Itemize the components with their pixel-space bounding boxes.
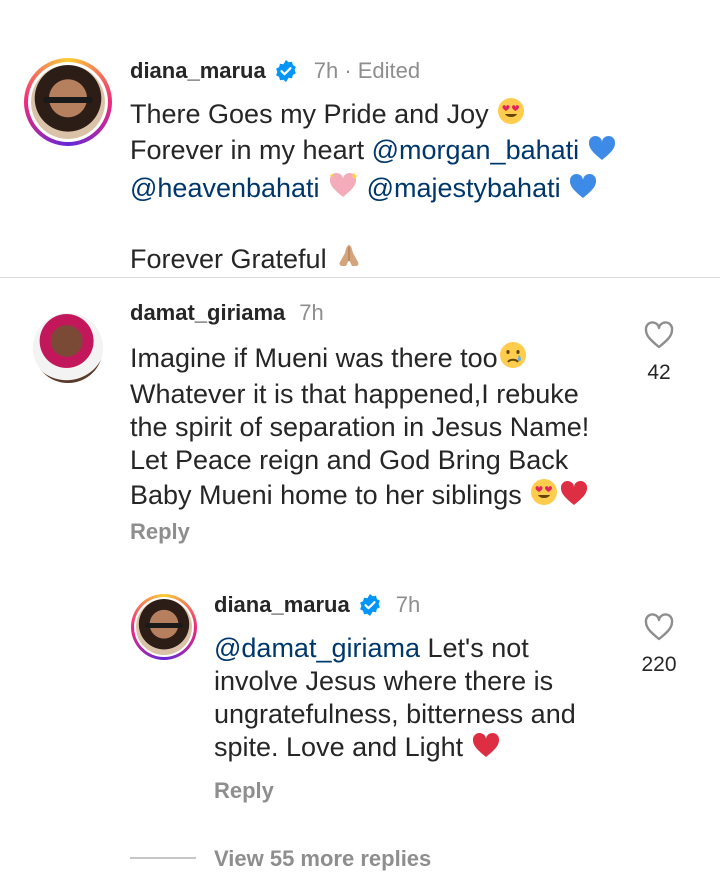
- red-heart-emoji: [471, 731, 501, 767]
- reply-line-4: spite. Love and Light: [214, 732, 464, 762]
- reply-time: 7h: [395, 592, 421, 617]
- crying-face-emoji: [498, 340, 528, 378]
- comment-like-count: 42: [647, 361, 671, 384]
- blue-heart-emoji: [587, 134, 617, 170]
- mention-morgan[interactable]: @morgan_bahati: [372, 135, 580, 165]
- caption-header: diana_marua 7h · Edited: [130, 56, 420, 86]
- comment-reply-button[interactable]: Reply: [130, 519, 190, 545]
- mention-damat[interactable]: @damat_giriama: [214, 633, 420, 663]
- caption-line-2: Forever in my heart: [130, 135, 365, 165]
- comment-line-1: Imagine if Mueni was there too: [130, 343, 498, 373]
- reply-line-2: involve Jesus where there is: [214, 666, 554, 696]
- caption-line-3: Forever Grateful: [130, 244, 327, 274]
- caption-line-1: There Goes my Pride and Joy: [130, 99, 489, 129]
- view-more-line: [130, 857, 196, 859]
- comment-line-4: Let Peace reign and God Bring Back: [130, 445, 569, 475]
- heart-eyes-emoji: [529, 477, 559, 515]
- heart-outline-icon: [643, 612, 675, 642]
- reply-like-count: 220: [641, 653, 677, 676]
- reply-text: @damat_giriama Let's not involve Jesus w…: [214, 632, 614, 767]
- red-heart-emoji: [559, 479, 589, 515]
- caption-divider: [0, 277, 720, 278]
- avatar-damat[interactable]: [33, 313, 103, 383]
- caption-meta: 7h · Edited: [313, 58, 421, 83]
- sparkling-heart-emoji: [327, 170, 359, 208]
- comment-text: Imagine if Mueni was there too Whatever …: [130, 340, 630, 515]
- comment-time: 7h: [299, 300, 324, 325]
- reply-reply-button[interactable]: Reply: [214, 778, 274, 804]
- reply-header: diana_marua 7h: [214, 591, 420, 619]
- reply-username[interactable]: diana_marua: [214, 592, 350, 618]
- comment-like-button[interactable]: [643, 320, 675, 350]
- avatar-diana-caption[interactable]: [24, 58, 112, 146]
- comment-header: damat_giriama 7h: [130, 299, 324, 327]
- reply-first-line-rest: Let's not: [420, 633, 529, 663]
- reply-line-3: ungratefulness, bitterness and: [214, 699, 576, 729]
- view-more-replies-button[interactable]: View 55 more replies: [214, 846, 431, 872]
- avatar-diana-reply[interactable]: [131, 594, 197, 660]
- caption-username[interactable]: diana_marua: [130, 58, 266, 84]
- blue-heart-emoji: [568, 172, 598, 208]
- verified-icon: [358, 593, 382, 617]
- comment-line-5: Baby Mueni home to her siblings: [130, 480, 522, 510]
- heart-outline-icon: [643, 320, 675, 350]
- verified-icon: [274, 59, 298, 83]
- mention-heaven[interactable]: @heavenbahati: [130, 173, 320, 203]
- mention-majesty[interactable]: @majestybahati: [367, 173, 561, 203]
- heart-eyes-emoji: [496, 96, 526, 134]
- comment-username[interactable]: damat_giriama: [130, 300, 285, 326]
- comment-line-3: the spirit of separation in Jesus Name!: [130, 412, 590, 442]
- reply-like-button[interactable]: [643, 612, 675, 642]
- folded-hands-emoji: [334, 241, 364, 279]
- caption-text: There Goes my Pride and Joy Forever in m…: [130, 96, 690, 279]
- comment-line-2: Whatever it is that happened,I rebuke: [130, 379, 579, 409]
